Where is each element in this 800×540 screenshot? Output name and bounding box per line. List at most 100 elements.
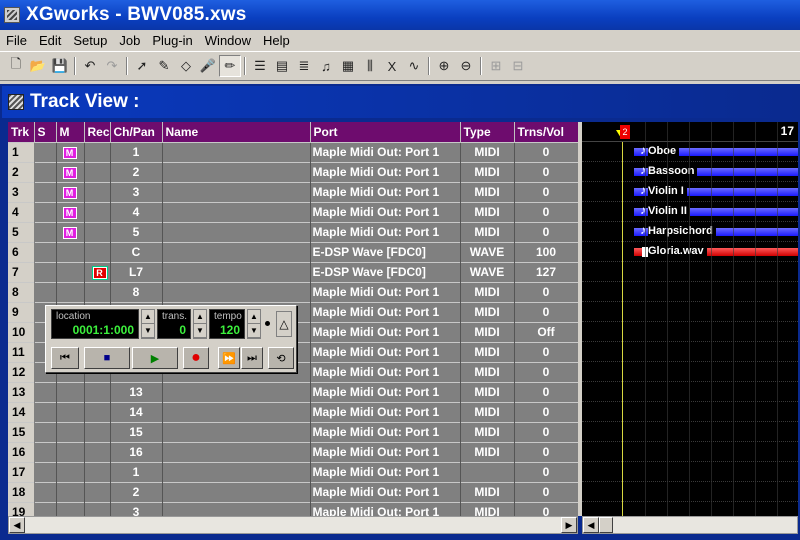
- channel-cell[interactable]: L7: [110, 261, 163, 282]
- timeline-row[interactable]: [582, 442, 798, 462]
- name-cell[interactable]: [162, 421, 311, 442]
- type-cell[interactable]: MIDI: [460, 201, 515, 222]
- port-cell[interactable]: Maple Midi Out: Port 1: [310, 201, 461, 222]
- rec-cell[interactable]: [84, 421, 111, 442]
- mute-cell[interactable]: [56, 441, 85, 462]
- menu-window[interactable]: Window: [199, 33, 257, 48]
- event-list-icon[interactable]: ≣: [293, 55, 315, 77]
- channel-cell[interactable]: 3: [110, 181, 163, 202]
- type-cell[interactable]: MIDI: [460, 321, 515, 342]
- type-cell[interactable]: MIDI: [460, 381, 515, 402]
- channel-cell[interactable]: 15: [110, 421, 163, 442]
- mute-cell[interactable]: M: [56, 201, 85, 222]
- mute-cell[interactable]: [56, 421, 85, 442]
- col-port[interactable]: Port: [310, 122, 461, 142]
- track-number[interactable]: 19: [8, 501, 35, 516]
- open-folder-icon[interactable]: 📂: [27, 55, 49, 77]
- spin-down-icon[interactable]: ▼: [142, 324, 154, 338]
- port-cell[interactable]: Maple Midi Out: Port 1: [310, 321, 461, 342]
- port-cell[interactable]: Maple Midi Out: Port 1: [310, 161, 461, 182]
- mute-button[interactable]: M: [62, 207, 77, 219]
- trns-vol-cell[interactable]: Off: [514, 321, 578, 342]
- skip-to-end-icon[interactable]: ⏭: [241, 347, 263, 369]
- spin-down-icon[interactable]: ▼: [194, 324, 206, 338]
- mute-cell[interactable]: M: [56, 161, 85, 182]
- rec-cell[interactable]: [84, 241, 111, 262]
- name-cell[interactable]: [162, 401, 311, 422]
- rec-cell[interactable]: [84, 381, 111, 402]
- channel-cell[interactable]: 3: [110, 501, 163, 516]
- type-cell[interactable]: MIDI: [460, 181, 515, 202]
- timeline-row[interactable]: [582, 382, 798, 402]
- solo-cell[interactable]: [34, 181, 57, 202]
- timeline-row[interactable]: [582, 482, 798, 502]
- tempo-spinner[interactable]: ▲ ▼: [247, 309, 261, 339]
- trns-vol-cell[interactable]: 0: [514, 281, 578, 302]
- port-cell[interactable]: Maple Midi Out: Port 1: [310, 361, 461, 382]
- port-cell[interactable]: Maple Midi Out: Port 1: [310, 141, 461, 162]
- trns-vol-cell[interactable]: 0: [514, 481, 578, 502]
- type-cell[interactable]: [460, 461, 515, 482]
- mute-cell[interactable]: [56, 241, 85, 262]
- location-display[interactable]: location 0001:1:000: [51, 309, 139, 339]
- track-row[interactable]: 18 2 Maple Midi Out: Port 1 MIDI 0: [8, 481, 578, 502]
- track-row[interactable]: 15 15 Maple Midi Out: Port 1 MIDI 0: [8, 421, 578, 442]
- name-cell[interactable]: [162, 141, 311, 162]
- port-cell[interactable]: Maple Midi Out: Port 1: [310, 381, 461, 402]
- timeline-row[interactable]: [582, 302, 798, 322]
- track-number[interactable]: 17: [8, 461, 35, 482]
- type-cell[interactable]: MIDI: [460, 221, 515, 242]
- track-number[interactable]: 15: [8, 421, 35, 442]
- type-cell[interactable]: MIDI: [460, 341, 515, 362]
- port-cell[interactable]: Maple Midi Out: Port 1: [310, 341, 461, 362]
- track-row[interactable]: 2 M 2 Maple Midi Out: Port 1 MIDI 0: [8, 161, 578, 182]
- port-cell[interactable]: E-DSP Wave [FDC0]: [310, 261, 461, 282]
- name-cell[interactable]: [162, 281, 311, 302]
- timeline-row[interactable]: [582, 502, 798, 516]
- timeline-row[interactable]: [582, 402, 798, 422]
- port-cell[interactable]: Maple Midi Out: Port 1: [310, 461, 461, 482]
- location-spinner[interactable]: ▲ ▼: [141, 309, 155, 339]
- scroll-left-icon[interactable]: ◀: [9, 517, 25, 533]
- track-row[interactable]: 14 14 Maple Midi Out: Port 1 MIDI 0: [8, 401, 578, 422]
- trns-vol-cell[interactable]: 0: [514, 361, 578, 382]
- channel-cell[interactable]: 8: [110, 281, 163, 302]
- solo-cell[interactable]: [34, 481, 57, 502]
- menu-plug-in[interactable]: Plug-in: [146, 33, 198, 48]
- metronome-icon[interactable]: △: [276, 311, 292, 337]
- solo-cell[interactable]: [34, 381, 57, 402]
- track-number[interactable]: 6: [8, 241, 35, 262]
- record-button[interactable]: R: [92, 267, 107, 279]
- rec-cell[interactable]: [84, 141, 111, 162]
- rewind-to-start-icon[interactable]: ⏮: [51, 347, 79, 369]
- timeline-horizontal-scrollbar[interactable]: ◀: [582, 516, 798, 534]
- port-cell[interactable]: E-DSP Wave [FDC0]: [310, 241, 461, 262]
- channel-cell[interactable]: 16: [110, 441, 163, 462]
- type-cell[interactable]: MIDI: [460, 141, 515, 162]
- play-icon[interactable]: ▶: [132, 347, 178, 369]
- timeline-row[interactable]: [582, 282, 798, 302]
- mute-button[interactable]: M: [62, 187, 77, 199]
- rec-cell[interactable]: [84, 501, 111, 516]
- type-cell[interactable]: MIDI: [460, 361, 515, 382]
- mute-button[interactable]: M: [62, 227, 77, 239]
- type-cell[interactable]: MIDI: [460, 161, 515, 182]
- timeline-row[interactable]: [582, 342, 798, 362]
- col-ch-pan[interactable]: Ch/Pan: [110, 122, 163, 142]
- track-number[interactable]: 4: [8, 201, 35, 222]
- track-row[interactable]: 3 M 3 Maple Midi Out: Port 1 MIDI 0: [8, 181, 578, 202]
- drum-icon[interactable]: ▦: [337, 55, 359, 77]
- spin-up-icon[interactable]: ▲: [248, 310, 260, 324]
- name-cell[interactable]: [162, 181, 311, 202]
- track-row[interactable]: 17 1 Maple Midi Out: Port 1 0: [8, 461, 578, 482]
- type-cell[interactable]: MIDI: [460, 421, 515, 442]
- timeline-row[interactable]: ♪ Violin II: [582, 202, 798, 222]
- zoom-in-icon[interactable]: ⊕: [433, 55, 455, 77]
- track-number[interactable]: 1: [8, 141, 35, 162]
- col-solo[interactable]: S: [34, 122, 57, 142]
- save-icon[interactable]: 💾: [49, 55, 71, 77]
- track-number[interactable]: 5: [8, 221, 35, 242]
- track-row[interactable]: 6 C E-DSP Wave [FDC0] WAVE 100: [8, 241, 578, 262]
- spin-down-icon[interactable]: ▼: [248, 324, 260, 338]
- type-cell[interactable]: MIDI: [460, 501, 515, 516]
